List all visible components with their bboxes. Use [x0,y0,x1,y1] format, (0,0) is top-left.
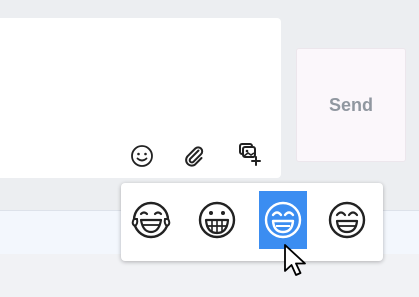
tears-of-joy-emoji-icon [131,201,171,239]
grinning-emoji-icon [328,201,366,239]
smiling-open-mouth-emoji-icon [264,201,302,239]
emoji-picker-button[interactable] [128,142,156,170]
attach-file-button[interactable] [180,142,208,170]
image-add-icon [239,143,261,166]
paperclip-icon [185,146,204,167]
send-button-label: Send [328,94,373,115]
emoji-option-tears-of-joy[interactable] [127,191,175,249]
add-screenshot-button[interactable] [236,140,264,168]
emoji-option-grinning-teeth[interactable] [193,191,241,249]
grinning-teeth-emoji-icon [198,201,236,239]
emoji-picker-popup [121,183,383,261]
smiley-icon [131,145,153,167]
message-compose-area[interactable] [0,18,281,178]
emoji-option-smiling-open-mouth[interactable] [259,191,307,249]
emoji-option-grinning[interactable] [323,191,371,249]
send-button[interactable]: Send [296,48,406,162]
